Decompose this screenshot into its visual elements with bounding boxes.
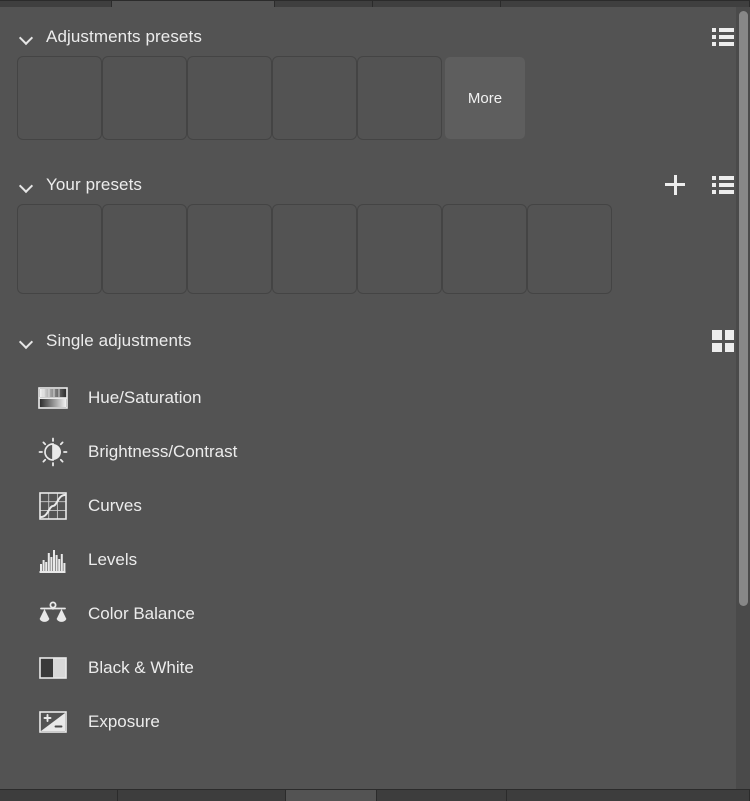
user-preset-octopus-tower[interactable] [443, 205, 526, 293]
header-actions-adjustments-presets [710, 24, 736, 50]
adjustments-panel: Adjustments presets More Your presets Si… [0, 0, 750, 801]
adjustment-label: Exposure [88, 712, 160, 731]
section-title-your-presets: Your presets [46, 175, 143, 194]
preset-thumb-cool-dawn[interactable] [188, 57, 271, 139]
adjustment-label: Color Balance [88, 604, 195, 623]
user-preset-desert-walker[interactable] [103, 205, 186, 293]
bottom-tab-stub-2[interactable] [118, 790, 286, 801]
section-title-single-adjustments: Single adjustments [46, 331, 192, 350]
adjustment-brightness-contrast[interactable]: Brightness/Contrast [18, 425, 750, 479]
tab-stub-5[interactable] [501, 0, 750, 7]
levels-icon [36, 543, 70, 577]
user-preset-starfall-pier[interactable] [188, 205, 271, 293]
bottom-tab-stub-1[interactable] [0, 790, 118, 801]
section-header-single-adjustments[interactable]: Single adjustments [0, 321, 750, 361]
user-preset-bear-campfire[interactable] [18, 205, 101, 293]
section-header-adjustments-presets[interactable]: Adjustments presets [0, 17, 750, 57]
tab-stub-3[interactable] [275, 0, 373, 7]
section-header-your-presets[interactable]: Your presets [0, 165, 750, 205]
preset-thumb-sepia[interactable] [273, 57, 356, 139]
brightness-contrast-icon [36, 435, 70, 469]
adjustment-hue-saturation[interactable]: Hue/Saturation [18, 371, 750, 425]
header-actions-your-presets [662, 172, 736, 198]
list-view-icon[interactable] [710, 172, 736, 198]
header-actions-single-adjustments [710, 328, 736, 354]
panel-scroll-body: Adjustments presets More Your presets Si… [0, 7, 750, 789]
bottom-tab-stub-4[interactable] [377, 790, 507, 801]
tab-stub-2[interactable] [112, 0, 275, 7]
preset-thumb-blue-mist[interactable] [358, 57, 441, 139]
adjustment-label: Hue/Saturation [88, 388, 202, 407]
tab-stub-4[interactable] [373, 0, 501, 7]
single-adjustments-list: Hue/Saturation Brightness/Contrast Curve… [0, 371, 750, 749]
black-white-icon [36, 651, 70, 685]
color-balance-icon [36, 597, 70, 631]
preset-thumb-sunset[interactable] [103, 57, 186, 139]
chevron-down-icon[interactable] [18, 29, 34, 45]
grid-view-icon[interactable] [710, 328, 736, 354]
adjustment-black-white[interactable]: Black & White [18, 641, 750, 695]
adjustment-label: Brightness/Contrast [88, 442, 238, 461]
bottom-tab-stub-3[interactable] [286, 790, 377, 801]
preset-thumb-grayscale[interactable] [18, 57, 101, 139]
adjustment-label: Curves [88, 496, 142, 515]
adjustments-presets-thumb-row: More [0, 57, 750, 139]
tab-stub-1[interactable] [0, 0, 112, 7]
adjustment-label: Black & White [88, 658, 194, 677]
chevron-down-icon[interactable] [18, 177, 34, 193]
bottom-tab-strip [0, 789, 750, 801]
bottom-tab-stub-5[interactable] [507, 790, 750, 801]
user-preset-green-dragon[interactable] [528, 205, 611, 293]
more-presets-button[interactable]: More [445, 57, 525, 139]
exposure-icon [36, 705, 70, 739]
user-preset-turtle-island[interactable] [273, 205, 356, 293]
adjustment-levels[interactable]: Levels [18, 533, 750, 587]
adjustment-exposure[interactable]: Exposure [18, 695, 750, 749]
chevron-down-icon[interactable] [18, 333, 34, 349]
vertical-scrollbar-track[interactable] [736, 7, 750, 789]
curves-icon [36, 489, 70, 523]
hue-saturation-icon [36, 381, 70, 415]
top-tab-strip [0, 0, 750, 7]
plus-icon[interactable] [662, 172, 688, 198]
vertical-scrollbar-thumb[interactable] [739, 11, 748, 606]
your-presets-thumb-row [0, 205, 750, 293]
section-title-adjustments-presets: Adjustments presets [46, 27, 202, 46]
adjustment-color-balance[interactable]: Color Balance [18, 587, 750, 641]
user-preset-moon-painter[interactable] [358, 205, 441, 293]
adjustment-label: Levels [88, 550, 138, 569]
adjustment-curves[interactable]: Curves [18, 479, 750, 533]
list-view-icon[interactable] [710, 24, 736, 50]
